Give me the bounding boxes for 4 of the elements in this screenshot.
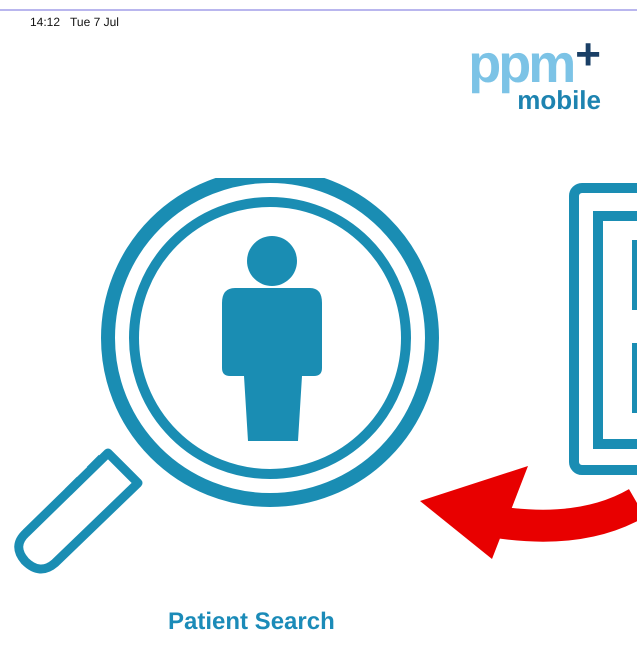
tile-label[interactable]: Patient Search (0, 608, 637, 636)
status-time: 14:12 (30, 15, 60, 31)
logo-plus: + (575, 33, 601, 77)
status-date: Tue 7 Jul (70, 15, 119, 31)
